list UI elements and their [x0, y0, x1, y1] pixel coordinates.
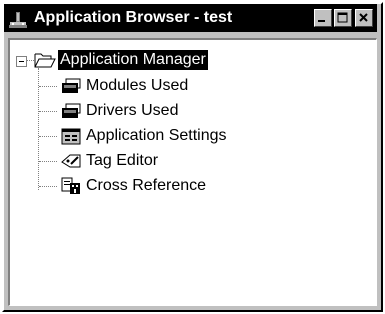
tag-editor-icon — [60, 152, 82, 170]
settings-icon — [60, 127, 82, 145]
tree-node-drivers-used[interactable]: Drivers Used — [60, 101, 240, 121]
maximize-icon — [337, 12, 348, 23]
tree-node-label: Application Manager — [58, 50, 208, 70]
tree-node-cross-reference[interactable]: Cross Reference — [60, 176, 260, 196]
drivers-icon — [60, 102, 82, 120]
tree-connector — [39, 136, 57, 137]
tree-connector — [39, 111, 57, 112]
close-icon — [359, 13, 368, 22]
window-title: Application Browser - test — [34, 9, 233, 26]
cross-reference-icon — [60, 177, 82, 195]
application-browser-icon[interactable] — [8, 10, 28, 30]
application-tree[interactable]: Application Manager Modules Used Drivers… — [8, 38, 377, 306]
modules-icon — [60, 77, 82, 95]
maximize-button[interactable] — [334, 9, 352, 27]
tree-connector — [39, 161, 57, 162]
collapse-toggle[interactable] — [16, 56, 27, 67]
tree-connector — [26, 60, 34, 61]
tree-node-label: Application Settings — [86, 127, 227, 144]
tree-node-label: Modules Used — [86, 77, 189, 94]
minimize-button[interactable] — [314, 9, 332, 27]
tree-node-label: Tag Editor — [86, 152, 159, 169]
tree-connector — [39, 86, 57, 87]
tree-connector — [39, 186, 57, 187]
close-button[interactable] — [355, 9, 373, 27]
tree-node-application-manager[interactable]: Application Manager — [34, 50, 244, 70]
tree-node-tag-editor[interactable]: Tag Editor — [60, 151, 240, 171]
tree-node-label: Cross Reference — [86, 177, 207, 194]
tree-node-label: Drivers Used — [86, 102, 179, 119]
tree-node-modules-used[interactable]: Modules Used — [60, 76, 240, 96]
tree-node-application-settings[interactable]: Application Settings — [60, 126, 280, 146]
open-folder-icon — [34, 51, 56, 69]
minimize-icon — [318, 20, 325, 22]
title-bar[interactable]: Application Browser - test — [4, 4, 377, 32]
